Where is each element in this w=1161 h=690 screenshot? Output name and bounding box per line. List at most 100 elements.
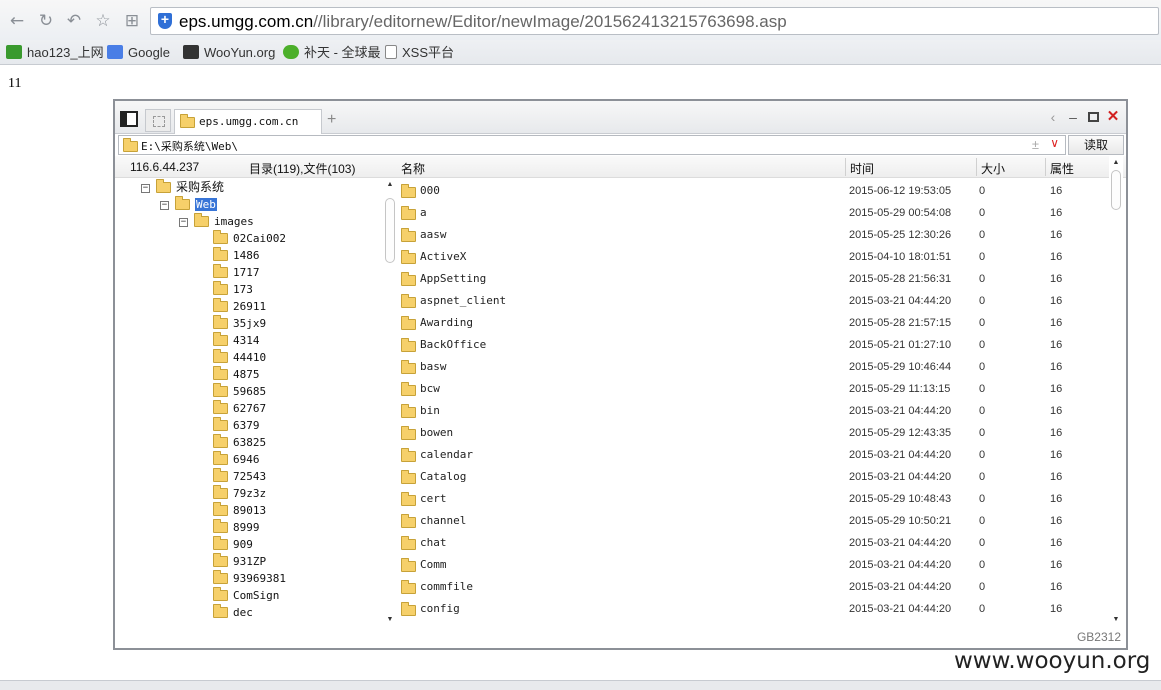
scroll-up-icon[interactable]: ▲ — [383, 180, 397, 190]
tree-item[interactable]: 59685 — [213, 383, 266, 400]
collapse-toggle-icon[interactable]: − — [160, 201, 169, 210]
back-arrow-icon[interactable]: ← — [7, 11, 27, 31]
shield-icon — [158, 11, 172, 29]
file-row[interactable]: chat 2015-03-21 04:44:20 0 16 — [397, 532, 1107, 554]
bookmark-hao123[interactable]: hao123_上网 — [6, 43, 104, 62]
file-row[interactable]: commfile 2015-03-21 04:44:20 0 16 — [397, 576, 1107, 598]
column-divider[interactable] — [845, 158, 846, 176]
column-header-size[interactable]: 大小 — [981, 160, 1005, 177]
folder-icon — [401, 558, 416, 572]
file-row[interactable]: bin 2015-03-21 04:44:20 0 16 — [397, 400, 1107, 422]
file-attr: 16 — [1050, 449, 1063, 461]
scroll-up-icon[interactable]: ▲ — [1109, 158, 1123, 168]
scroll-down-icon[interactable]: ▼ — [1109, 615, 1123, 625]
scroll-thumb[interactable] — [1111, 170, 1121, 210]
scroll-down-icon[interactable]: ▼ — [383, 615, 397, 625]
file-row[interactable]: calendar 2015-03-21 04:44:20 0 16 — [397, 444, 1107, 466]
file-attr: 16 — [1050, 427, 1063, 439]
file-row[interactable]: 000 2015-06-12 19:53:05 0 16 — [397, 180, 1107, 202]
bookmark-google[interactable]: Google — [107, 43, 170, 62]
tree-item-label: 采购系统 — [176, 180, 225, 194]
file-row[interactable]: a 2015-05-29 00:54:08 0 16 — [397, 202, 1107, 224]
tree-item[interactable]: 8999 — [213, 519, 260, 536]
file-row[interactable]: BackOffice 2015-05-21 01:27:10 0 16 — [397, 334, 1107, 356]
maximize-icon[interactable] — [1085, 109, 1101, 125]
column-header-name[interactable]: 名称 — [401, 160, 425, 177]
tree-item[interactable]: − 采购系统 — [141, 179, 224, 196]
file-row[interactable]: Catalog 2015-03-21 04:44:20 0 16 — [397, 466, 1107, 488]
collapse-toggle-icon[interactable]: − — [141, 184, 150, 193]
column-header-attr[interactable]: 属性 — [1050, 160, 1074, 177]
file-row[interactable]: Awarding 2015-05-28 21:57:15 0 16 — [397, 312, 1107, 334]
file-row[interactable]: ActiveX 2015-04-10 18:01:51 0 16 — [397, 246, 1107, 268]
tree-item[interactable]: 1486 — [213, 247, 260, 264]
file-row[interactable]: aspnet_client 2015-03-21 04:44:20 0 16 — [397, 290, 1107, 312]
file-name: calendar — [420, 448, 473, 461]
tree-item[interactable]: 26911 — [213, 298, 266, 315]
tree-item[interactable]: 72543 — [213, 468, 266, 485]
blank-tab[interactable] — [145, 109, 171, 132]
tab-site[interactable]: eps.umgg.com.cn — [174, 109, 322, 134]
file-row[interactable]: Comm 2015-03-21 04:44:20 0 16 — [397, 554, 1107, 576]
address-bar[interactable]: eps.umgg.com.cn//library/editornew/Edito… — [150, 7, 1159, 35]
sidebar-toggle-icon[interactable] — [120, 111, 138, 127]
tree-item[interactable]: 173 — [213, 281, 253, 298]
bookmark-wooyun[interactable]: WooYun.org — [183, 43, 275, 62]
encoding-label[interactable]: GB2312 — [1077, 630, 1121, 644]
minimize-icon[interactable]: – — [1065, 109, 1081, 125]
tree-item[interactable]: ComSign — [213, 587, 279, 604]
file-row[interactable]: cert 2015-05-29 10:48:43 0 16 — [397, 488, 1107, 510]
file-list: 000 2015-06-12 19:53:05 0 16 a 2015-05-29 00:… — [397, 178, 1107, 628]
file-row[interactable]: basw 2015-05-29 10:46:44 0 16 — [397, 356, 1107, 378]
file-row[interactable]: aasw 2015-05-25 12:30:26 0 16 — [397, 224, 1107, 246]
tree-item[interactable]: − images — [179, 213, 254, 230]
tree-item[interactable]: 93969381 — [213, 570, 286, 587]
tree-item[interactable]: 4314 — [213, 332, 260, 349]
chevron-down-icon[interactable]: ∨ — [1050, 136, 1059, 150]
star-icon[interactable]: ☆ — [93, 11, 113, 31]
path-input[interactable]: E:\采购系统\Web\ ± ∨ — [118, 135, 1066, 155]
file-row[interactable]: AppSetting 2015-05-28 21:56:31 0 16 — [397, 268, 1107, 290]
plus-minus-icon[interactable]: ± — [1032, 137, 1039, 152]
tree-item[interactable]: − Web — [160, 196, 217, 213]
collapse-toggle-icon[interactable]: − — [179, 218, 188, 227]
browser-status-bar — [0, 680, 1161, 690]
new-tab-plus-icon[interactable]: + — [327, 111, 336, 129]
tree-item[interactable]: 79z3z — [213, 485, 266, 502]
undo-arrow-icon[interactable]: ↶ — [64, 11, 84, 31]
folder-icon — [213, 281, 228, 295]
read-button[interactable]: 读取 — [1068, 135, 1124, 155]
tree-item[interactable]: 6379 — [213, 417, 260, 434]
file-row[interactable]: bcw 2015-05-29 11:13:15 0 16 — [397, 378, 1107, 400]
close-icon[interactable]: ✕ — [1105, 109, 1121, 125]
bookmark-xss[interactable]: XSS平台 — [385, 43, 454, 62]
tree-item[interactable]: 35jx9 — [213, 315, 266, 332]
column-divider[interactable] — [976, 158, 977, 176]
file-row[interactable]: channel 2015-05-29 10:50:21 0 16 — [397, 510, 1107, 532]
tree-item[interactable]: 1717 — [213, 264, 260, 281]
apps-grid-icon[interactable]: ⊞ — [122, 11, 142, 31]
chevron-left-icon[interactable]: ‹ — [1045, 109, 1061, 125]
file-attr: 16 — [1050, 229, 1063, 241]
column-divider[interactable] — [1045, 158, 1046, 176]
file-size: 0 — [979, 383, 986, 395]
file-name: AppSetting — [420, 272, 487, 285]
tree-scrollbar[interactable]: ▲ ▼ — [383, 178, 397, 628]
file-list-scrollbar[interactable]: ▲ ▼ — [1109, 156, 1123, 628]
tree-item[interactable]: 909 — [213, 536, 253, 553]
scroll-thumb[interactable] — [385, 198, 395, 263]
tree-item[interactable]: dec — [213, 604, 253, 621]
tree-item[interactable]: 4875 — [213, 366, 260, 383]
reload-icon[interactable]: ↻ — [36, 11, 56, 31]
tree-item[interactable]: 44410 — [213, 349, 266, 366]
tree-item[interactable]: 931ZP — [213, 553, 266, 570]
tree-item[interactable]: 6946 — [213, 451, 260, 468]
tree-item[interactable]: 89013 — [213, 502, 266, 519]
tree-item[interactable]: 63825 — [213, 434, 266, 451]
tree-item[interactable]: 02Cai002 — [213, 230, 286, 247]
column-header-time[interactable]: 时间 — [850, 160, 874, 177]
bookmark-butian[interactable]: 补天 - 全球最 — [283, 43, 381, 62]
tree-item[interactable]: 62767 — [213, 400, 266, 417]
file-row[interactable]: config 2015-03-21 04:44:20 0 16 — [397, 598, 1107, 620]
file-row[interactable]: bowen 2015-05-29 12:43:35 0 16 — [397, 422, 1107, 444]
